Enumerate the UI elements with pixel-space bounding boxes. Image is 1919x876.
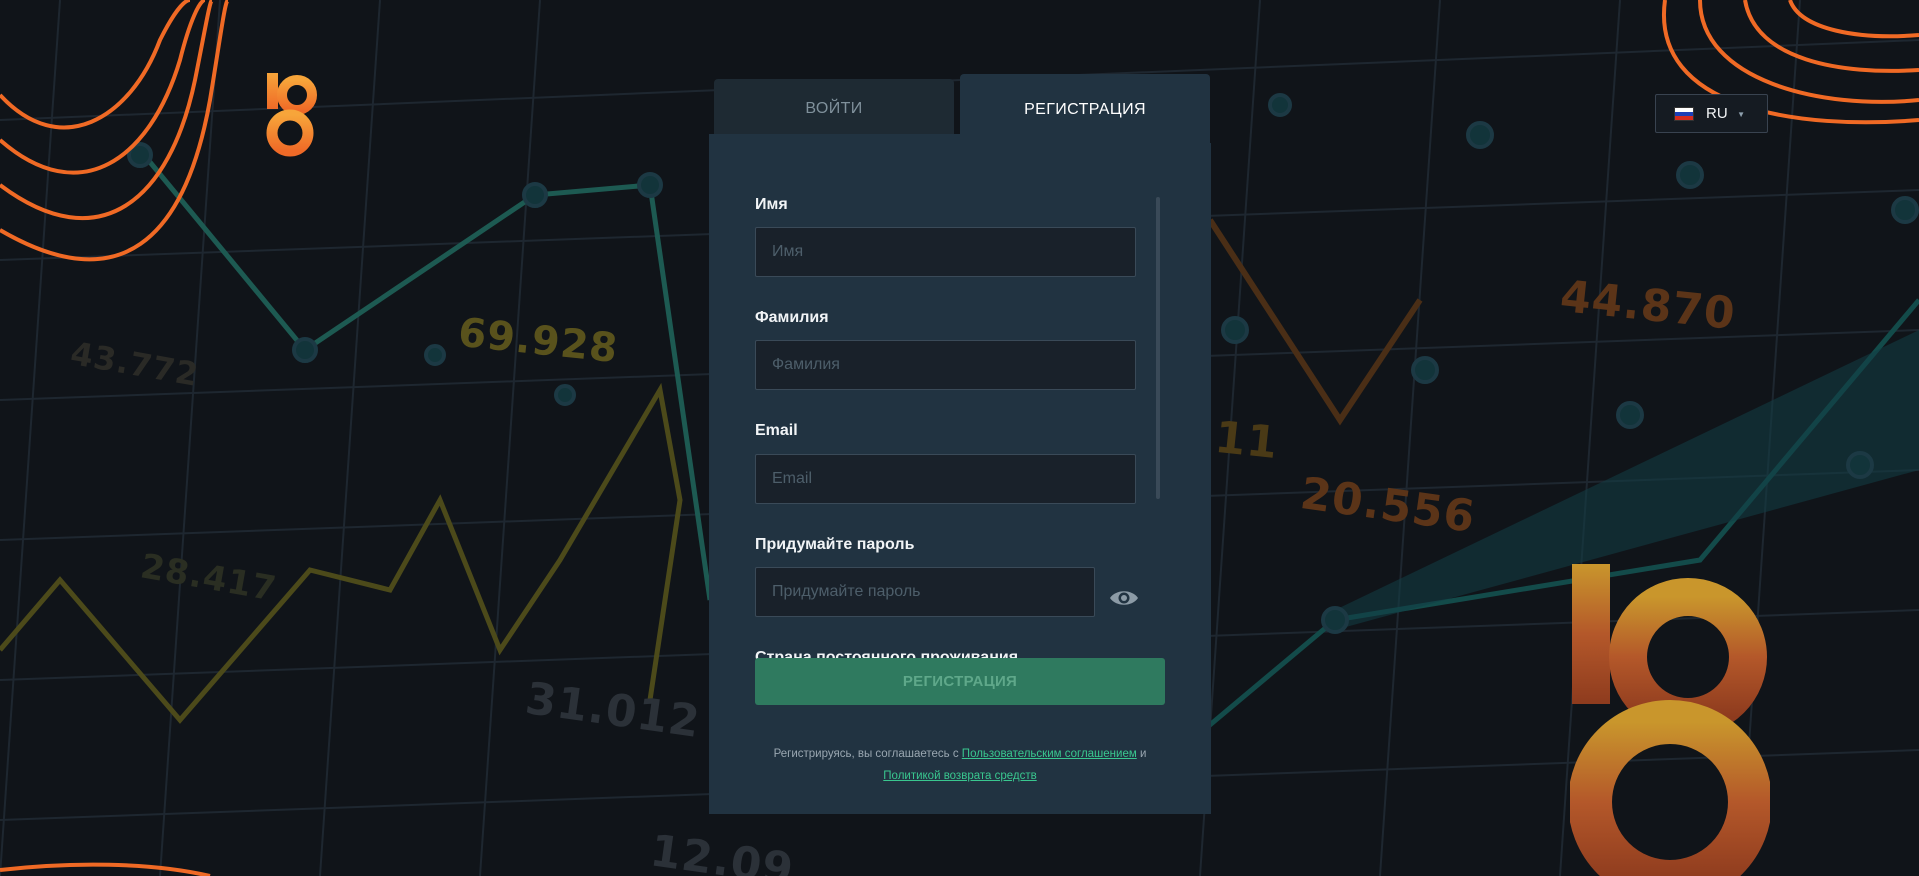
form-scroll-area[interactable]: Имя Фамилия Email Придумайте пароль Стра… <box>755 193 1175 713</box>
user-agreement-link[interactable]: Пользовательским соглашением <box>962 748 1137 760</box>
register-button[interactable]: РЕГИСТРАЦИЯ <box>755 658 1165 705</box>
password-label: Придумайте пароль <box>755 536 915 553</box>
tab-login[interactable]: ВОЙТИ <box>714 79 954 139</box>
first-name-label: Имя <box>755 196 788 213</box>
language-selector[interactable]: RU ▼ <box>1655 94 1768 133</box>
brand-logo[interactable] <box>263 73 317 157</box>
first-name-input[interactable] <box>755 227 1136 277</box>
background-number: 11 <box>1212 411 1281 470</box>
last-name-input[interactable] <box>755 340 1136 390</box>
last-name-label: Фамилия <box>755 309 829 326</box>
form-scrollbar[interactable] <box>1156 197 1160 499</box>
terms-text: Регистрируясь, вы соглашаетесь с Пользов… <box>720 743 1200 787</box>
tab-registration[interactable]: РЕГИСТРАЦИЯ <box>960 74 1210 146</box>
refund-policy-link[interactable]: Политикой возврата средств <box>883 770 1036 782</box>
eye-icon[interactable] <box>1109 588 1139 608</box>
terms-prefix: Регистрируясь, вы соглашаетесь с <box>773 748 959 760</box>
email-input[interactable] <box>755 454 1136 504</box>
registration-panel: Имя Фамилия Email Придумайте пароль Стра… <box>709 143 1211 814</box>
password-input[interactable] <box>755 567 1095 617</box>
brand-logo-large <box>1568 562 1772 876</box>
russia-flag-icon <box>1674 106 1694 121</box>
email-label: Email <box>755 422 798 439</box>
chevron-down-icon: ▼ <box>1737 110 1745 119</box>
flag-stripe <box>1675 115 1693 120</box>
terms-conjunction: и <box>1139 748 1147 760</box>
language-code: RU <box>1706 105 1728 122</box>
